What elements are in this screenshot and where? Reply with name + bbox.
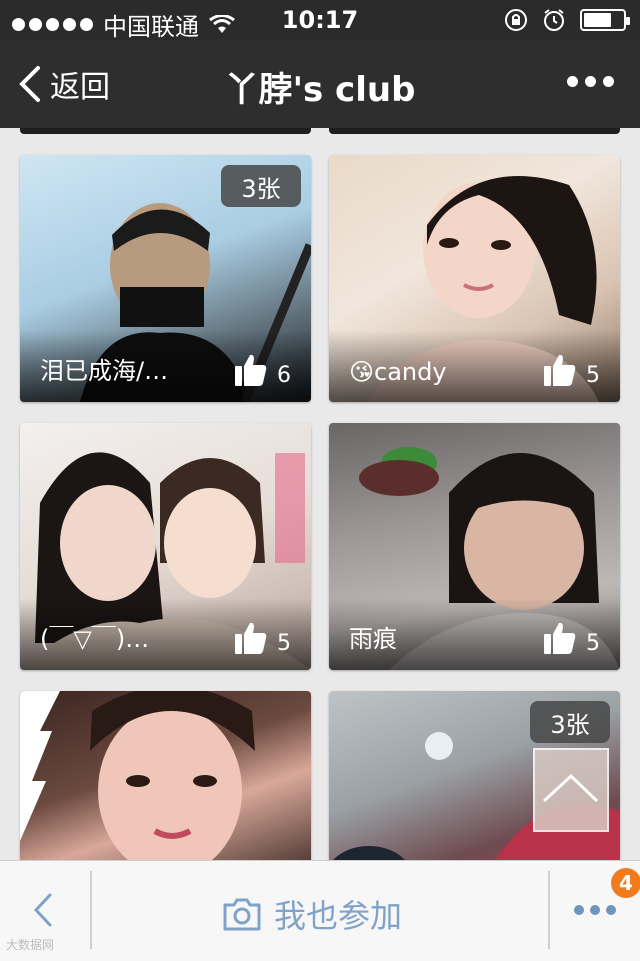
notification-badge: 4 <box>611 868 640 898</box>
alarm-icon <box>544 9 564 31</box>
more-dot-icon <box>574 905 584 915</box>
post-card[interactable]: 雨痕 5 <box>329 423 620 670</box>
page-title: 丫脖's club <box>224 70 416 110</box>
like-button[interactable]: 5 <box>233 620 291 656</box>
more-dot-icon <box>603 76 614 87</box>
post-card[interactable]: 3张 <box>329 691 620 860</box>
more-dot-icon <box>606 905 616 915</box>
thumbs-up-icon <box>544 354 576 386</box>
post-card[interactable]: (￣▽￣)… 5 <box>20 423 311 670</box>
back-arrow-button[interactable] <box>20 885 70 935</box>
camera-icon <box>223 898 261 931</box>
card-edge-prev <box>329 128 620 134</box>
photo-count-badge: 3张 <box>530 701 610 743</box>
post-card[interactable] <box>20 691 311 860</box>
more-options-button[interactable] <box>567 76 614 87</box>
photo-feed[interactable]: 3张 泪已成海/… 6 😘candy 5 (￣▽￣)… 5 雨痕 5 3张 <box>0 128 640 860</box>
post-card[interactable]: 😘candy 5 <box>329 155 620 402</box>
thumbs-up-icon <box>235 354 267 386</box>
post-caption: 泪已成海/… 6 <box>20 330 311 402</box>
battery-level <box>584 13 611 27</box>
like-count: 5 <box>586 363 600 388</box>
status-bar: 中国联通 10:17 <box>0 0 640 41</box>
more-dot-icon <box>585 76 596 87</box>
more-dot-icon <box>590 905 600 915</box>
photo-count-badge: 3张 <box>221 165 301 207</box>
like-count: 5 <box>277 631 291 656</box>
post-caption: 😘candy 5 <box>329 330 620 402</box>
battery-icon <box>580 9 630 31</box>
post-photo <box>20 691 311 860</box>
post-card[interactable]: 3张 泪已成海/… 6 <box>20 155 311 402</box>
status-right <box>504 8 630 32</box>
toolbar-divider <box>548 871 550 949</box>
nav-bar: 返回 丫脖's club <box>0 40 640 128</box>
post-caption: 雨痕 5 <box>329 598 620 670</box>
card-edge-prev <box>20 128 311 134</box>
more-dot-icon <box>567 76 578 87</box>
rotation-lock-icon <box>505 9 527 31</box>
post-author: 雨痕 <box>349 625 397 653</box>
join-button[interactable]: 我也参加 <box>222 891 402 937</box>
like-count: 5 <box>586 631 600 656</box>
post-author: 😘candy <box>349 358 447 386</box>
post-author: (￣▽￣)… <box>40 625 150 653</box>
join-label: 我也参加 <box>274 897 403 935</box>
thumbs-up-icon <box>235 622 267 654</box>
like-button[interactable]: 6 <box>233 352 291 388</box>
bottom-toolbar: 我也参加 <box>0 860 640 961</box>
like-button[interactable]: 5 <box>542 620 600 656</box>
watermark: 大数据网 <box>6 938 55 952</box>
person-silhouette <box>20 691 255 860</box>
toolbar-divider <box>90 871 92 949</box>
post-caption: (￣▽￣)… 5 <box>20 598 311 670</box>
post-author: 泪已成海/… <box>40 357 169 385</box>
toolbar-more-button[interactable] <box>574 905 616 915</box>
like-button[interactable]: 5 <box>542 352 600 388</box>
thumbs-up-icon <box>544 622 576 654</box>
like-count: 6 <box>277 363 291 388</box>
